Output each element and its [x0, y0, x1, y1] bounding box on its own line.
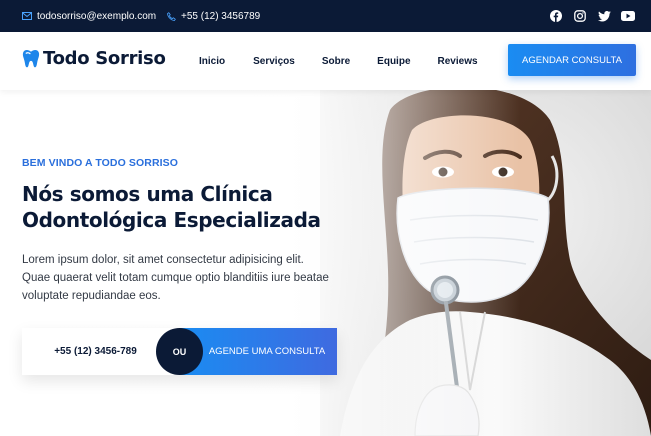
top-contact-bar: todosorriso@exemplo.com +55 (12) 3456789 [0, 0, 651, 32]
nav-item-servicos[interactable]: Serviços [253, 56, 295, 67]
phone-contact[interactable]: +55 (12) 3456789 [167, 0, 260, 32]
email-text: todosorriso@exemplo.com [37, 10, 157, 22]
mail-icon [22, 12, 32, 20]
schedule-appointment-button[interactable]: AGENDAR CONSULTA [508, 44, 636, 76]
facebook-icon[interactable] [549, 9, 563, 23]
hero-section: BEM VINDO A TODO SORRISO Nós somos uma C… [0, 90, 651, 436]
hero-eyebrow: BEM VINDO A TODO SORRISO [22, 157, 179, 169]
phone-icon [167, 11, 176, 21]
hero-action-group: +55 (12) 3456-789 AGENDE UMA CONSULTA OU [22, 328, 337, 375]
main-nav: Inicio Serviços Sobre Equipe Reviews [199, 32, 505, 90]
hero-description: Lorem ipsum dolor, sit amet consectetur … [22, 254, 329, 302]
email-contact[interactable]: todosorriso@exemplo.com [22, 0, 156, 32]
brand-logo[interactable]: Todo Sorriso [22, 48, 166, 69]
tooth-icon [22, 50, 40, 68]
youtube-icon[interactable] [621, 9, 635, 23]
instagram-icon[interactable] [573, 9, 587, 23]
nav-item-sobre[interactable]: Sobre [322, 56, 350, 67]
nav-item-reviews[interactable]: Reviews [438, 56, 478, 67]
phone-text: +55 (12) 3456789 [181, 10, 261, 22]
site-header: Todo Sorriso Inicio Serviços Sobre Equip… [0, 32, 651, 90]
twitter-icon[interactable] [597, 9, 611, 23]
nav-item-equipe[interactable]: Equipe [377, 56, 410, 67]
hero-title: Nós somos uma Clínica Odontológica Espec… [22, 182, 321, 232]
nav-item-inicio[interactable]: Inicio [199, 56, 225, 67]
logo-text: Todo Sorriso [43, 48, 166, 69]
or-badge: OU [156, 328, 203, 375]
social-links [549, 0, 635, 32]
